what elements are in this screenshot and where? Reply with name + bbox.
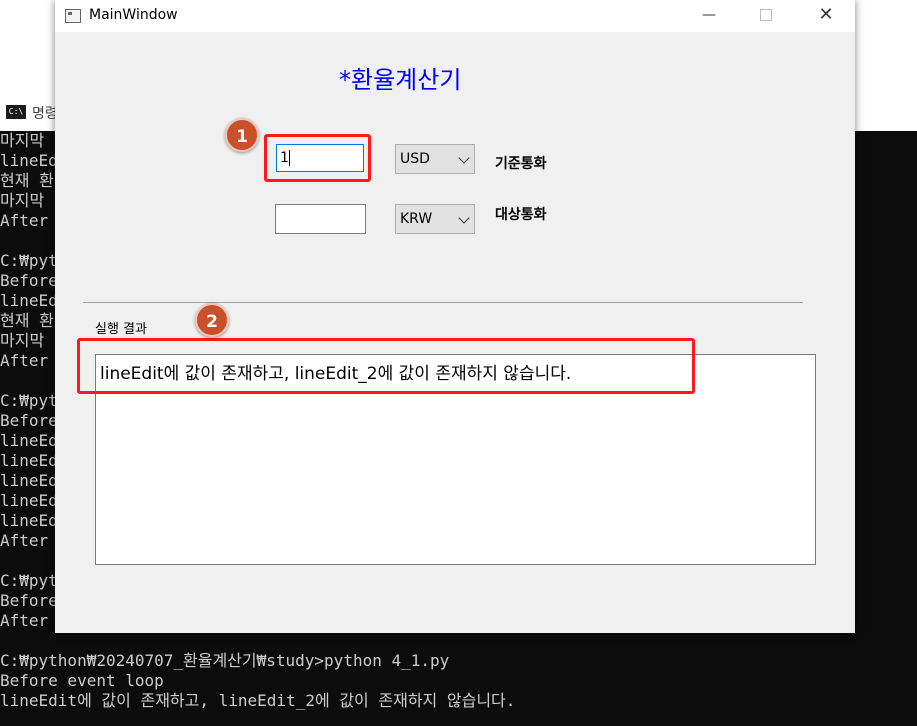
base-currency-select[interactable]: USD xyxy=(395,144,475,174)
app-title: *환율계산기 xyxy=(339,66,462,94)
window-app-icon xyxy=(65,9,81,23)
console-line: After xyxy=(0,611,49,630)
maximize-icon xyxy=(760,9,772,21)
highlight-box-1 xyxy=(264,134,371,182)
console-line: lineEd xyxy=(0,451,58,470)
console-line: lineEd xyxy=(0,291,58,310)
close-button[interactable]: ✕ xyxy=(803,0,849,32)
target-currency-label: 대상통화 xyxy=(495,207,547,223)
console-line: C:₩pyt xyxy=(0,251,58,270)
window-title: MainWindow xyxy=(89,7,178,23)
console-line: Before xyxy=(0,271,58,290)
console-line: C:₩pyt xyxy=(0,391,58,410)
base-currency-label: 기준통화 xyxy=(495,156,547,172)
step-badge-1: 1 xyxy=(225,118,259,152)
minimize-icon: — xyxy=(702,7,716,23)
divider xyxy=(83,302,803,303)
console-line: After xyxy=(0,211,49,230)
close-icon: ✕ xyxy=(818,4,834,25)
console-line: C:₩python₩20240707_환율계산기₩study>python 4_… xyxy=(0,651,450,670)
step-badge-2: 2 xyxy=(195,303,229,337)
console-line: After xyxy=(0,531,49,550)
console-line: lineEd xyxy=(0,511,58,530)
console-line: lineEd xyxy=(0,491,58,510)
console-line: lineEd xyxy=(0,431,58,450)
console-app-icon: C:\ xyxy=(6,105,26,119)
target-amount-input[interactable] xyxy=(275,204,366,234)
chevron-down-icon xyxy=(458,212,470,224)
console-line: Before xyxy=(0,591,58,610)
console-line: lineEd xyxy=(0,471,58,490)
chevron-down-icon xyxy=(458,152,470,164)
highlight-box-2 xyxy=(77,338,695,394)
console-line: After xyxy=(0,351,49,370)
window-titlebar[interactable]: MainWindow — ✕ xyxy=(55,0,855,32)
console-title: 명령 xyxy=(32,106,58,122)
main-window: MainWindow — ✕ *환율계산기 1 USD 기준통화 KRW 대상통… xyxy=(55,0,855,633)
console-line: 마지막 xyxy=(0,191,45,210)
console-line: Before event loop xyxy=(0,671,164,690)
minimize-button[interactable]: — xyxy=(686,0,732,32)
target-currency-select[interactable]: KRW xyxy=(395,204,475,234)
console-line: 현재 환 xyxy=(0,311,54,330)
console-line: 마지막 xyxy=(0,131,45,150)
console-line: Before xyxy=(0,411,58,430)
console-line: 현재 환 xyxy=(0,171,54,190)
target-currency-value: KRW xyxy=(400,211,433,227)
result-label: 실행 결과 xyxy=(95,322,147,337)
base-currency-value: USD xyxy=(400,151,430,167)
console-line: lineEd xyxy=(0,151,58,170)
console-line: lineEdit에 값이 존재하고, lineEdit_2에 값이 존재하지 않… xyxy=(0,691,516,710)
console-line: 마지막 xyxy=(0,331,45,350)
maximize-button[interactable] xyxy=(743,0,789,32)
console-line: C:₩pyt xyxy=(0,571,58,590)
